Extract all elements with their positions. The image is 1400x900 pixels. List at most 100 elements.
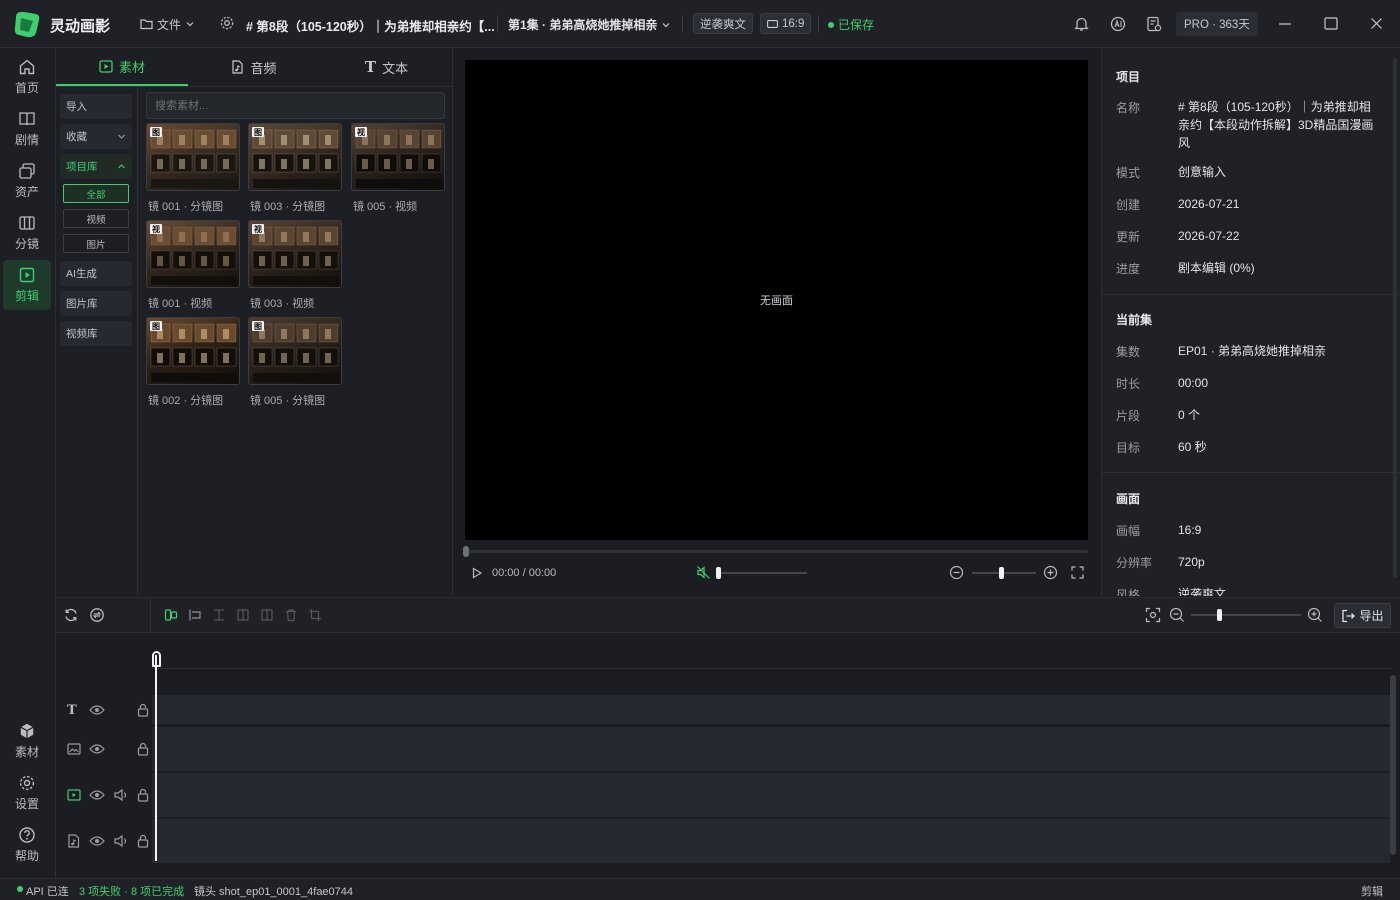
- nav-assets[interactable]: 资产: [3, 156, 51, 206]
- info-value: 720p: [1178, 555, 1205, 569]
- filter-all[interactable]: 全部: [63, 184, 129, 203]
- media-thumbnail[interactable]: 视: [248, 220, 342, 288]
- split-track-icon[interactable]: [164, 608, 178, 622]
- scrollbar[interactable]: [1390, 675, 1396, 855]
- lock-icon[interactable]: [137, 703, 149, 717]
- task-list-icon[interactable]: [1146, 16, 1162, 32]
- split-right-icon[interactable]: [260, 608, 274, 622]
- playhead[interactable]: [155, 655, 157, 861]
- nav-settings[interactable]: 设置: [3, 768, 51, 818]
- ai-generate-button[interactable]: AI生成: [60, 261, 132, 286]
- play-icon[interactable]: [471, 567, 483, 579]
- timeline-zoom-slider[interactable]: [1191, 614, 1301, 616]
- nav-storyboard-label: 分镜: [14, 237, 39, 251]
- favorites-button[interactable]: 收藏: [60, 124, 132, 149]
- chevron-down-icon: [118, 134, 125, 139]
- ai-icon[interactable]: [1110, 16, 1126, 32]
- nav-help[interactable]: 帮助: [3, 820, 51, 870]
- align-left-icon[interactable]: [188, 608, 202, 622]
- volume-handle[interactable]: [716, 567, 721, 579]
- fullscreen-icon[interactable]: [1071, 566, 1084, 579]
- search-input[interactable]: [146, 92, 445, 119]
- close-icon[interactable]: [1370, 17, 1383, 30]
- gear-icon: [19, 775, 35, 791]
- media-thumbnail[interactable]: 图: [248, 317, 342, 385]
- nav-material[interactable]: 素材: [3, 716, 51, 766]
- pro-badge[interactable]: PRO · 363天: [1176, 12, 1258, 36]
- status-dot: [828, 21, 834, 28]
- minimize-icon[interactable]: [1278, 18, 1292, 30]
- bell-icon[interactable]: [1074, 16, 1089, 32]
- trim-icon[interactable]: [212, 608, 226, 622]
- nav-edit[interactable]: 剪辑: [3, 260, 51, 310]
- media-thumbnail[interactable]: 图: [146, 317, 240, 385]
- tab-material[interactable]: 素材: [56, 48, 188, 86]
- gear-icon[interactable]: [219, 15, 235, 31]
- scrub-bar[interactable]: [465, 550, 1088, 553]
- chevron-down-icon: [662, 22, 670, 27]
- episode-select[interactable]: 第1集 · 弟弟高烧她推掉相亲: [508, 16, 671, 33]
- timeline-zoom-handle[interactable]: [1216, 609, 1222, 621]
- style-chip[interactable]: 逆袭爽文: [693, 13, 753, 34]
- import-button[interactable]: 导入: [60, 94, 132, 119]
- text-track[interactable]: [152, 695, 1390, 724]
- eye-icon[interactable]: [89, 743, 105, 755]
- lock-icon[interactable]: [137, 742, 149, 756]
- nav-storyboard[interactable]: 分镜: [3, 208, 51, 258]
- file-menu[interactable]: 文件: [140, 15, 195, 33]
- media-thumbnail[interactable]: 图: [146, 123, 240, 191]
- scrub-handle[interactable]: [463, 546, 469, 557]
- ratio-chip[interactable]: 16:9: [760, 13, 812, 34]
- nav-plot[interactable]: 剧情: [3, 104, 51, 154]
- filter-video[interactable]: 视频: [63, 209, 129, 228]
- preview-zoom-slider[interactable]: [972, 572, 1036, 574]
- book-icon: [19, 112, 35, 126]
- maximize-icon[interactable]: [1324, 17, 1338, 30]
- media-thumbnail[interactable]: 图: [248, 123, 342, 191]
- media-thumbnail-label: 镜 001 · 视频: [148, 298, 213, 310]
- speaker-icon[interactable]: [113, 788, 129, 802]
- export-button[interactable]: 导出: [1334, 603, 1391, 628]
- media-thumbnail-label: 镜 002 · 分镜图: [148, 395, 224, 407]
- media-thumbnail[interactable]: 视: [351, 123, 445, 191]
- zoom-out-icon[interactable]: [949, 565, 964, 580]
- image-track[interactable]: [152, 727, 1390, 771]
- preview-zoom-handle[interactable]: [998, 567, 1004, 579]
- info-value: 创意输入: [1178, 165, 1227, 179]
- divider: [497, 15, 498, 33]
- volume-slider[interactable]: [718, 572, 807, 574]
- job-status[interactable]: 3 项失败 · 8 项已完成: [79, 883, 184, 899]
- tab-text[interactable]: T 文本: [320, 48, 453, 86]
- nav-home[interactable]: 首页: [3, 52, 51, 102]
- lock-icon[interactable]: [137, 834, 149, 848]
- scrollbar[interactable]: [1393, 58, 1397, 578]
- video-track[interactable]: [152, 773, 1390, 817]
- left-nav: 首页 剧情 资产 分镜 剪辑 素材 设置 帮助: [0, 48, 56, 878]
- mute-icon[interactable]: [696, 565, 711, 580]
- lock-icon[interactable]: [137, 788, 149, 802]
- delete-icon[interactable]: [284, 608, 298, 622]
- fit-view-icon[interactable]: [1145, 607, 1161, 623]
- filter-image[interactable]: 图片: [63, 234, 129, 253]
- segment-title[interactable]: # 第8段（105-120秒）｜为弟推却相亲约【...: [246, 16, 495, 35]
- audio-track[interactable]: [152, 819, 1390, 863]
- zoom-out-icon[interactable]: [1169, 607, 1185, 623]
- eye-icon[interactable]: [89, 789, 105, 801]
- video-library-button[interactable]: 视频库: [60, 321, 132, 346]
- info-value: 剧本编辑 (0%): [1178, 261, 1255, 275]
- eye-icon[interactable]: [89, 835, 105, 847]
- zoom-in-icon[interactable]: [1307, 607, 1323, 623]
- zoom-in-icon[interactable]: [1043, 565, 1058, 580]
- tab-audio[interactable]: 音频: [188, 48, 320, 86]
- image-library-button[interactable]: 图片库: [60, 291, 132, 316]
- split-left-icon[interactable]: [236, 608, 250, 622]
- crop-icon[interactable]: [308, 608, 322, 622]
- refresh-icon[interactable]: [63, 607, 79, 623]
- sync-icon[interactable]: [89, 607, 105, 623]
- media-thumbnail[interactable]: 视: [146, 220, 240, 288]
- project-library-button[interactable]: 项目库: [60, 154, 132, 179]
- timeline-ruler[interactable]: [152, 633, 1392, 669]
- eye-icon[interactable]: [89, 704, 105, 716]
- speaker-icon[interactable]: [113, 834, 129, 848]
- info-key: 时长: [1116, 377, 1141, 391]
